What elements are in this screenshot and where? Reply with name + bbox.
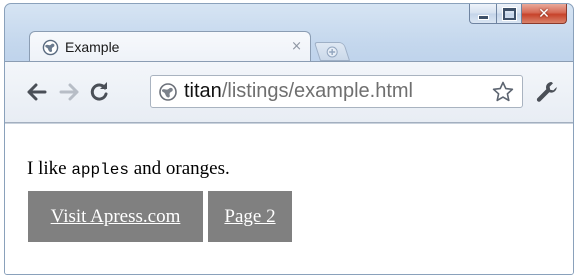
browser-window: ✕ Example × titan /listings/example.html… (4, 3, 574, 275)
page-2-link[interactable]: Page 2 (224, 206, 275, 228)
reload-button[interactable] (87, 80, 111, 104)
browser-toolbar: titan/listings/example.html (5, 61, 573, 123)
forward-arrow-icon (59, 83, 79, 101)
minimize-button[interactable] (469, 4, 496, 24)
url-host: titan (184, 80, 222, 102)
address-bar[interactable]: titan/listings/example.html (150, 75, 523, 108)
close-icon: ✕ (538, 5, 550, 22)
globe-icon (42, 39, 59, 55)
window-controls: ✕ (469, 4, 567, 25)
visit-apress-button[interactable]: Visit Apress.com (28, 191, 203, 242)
wrench-icon[interactable] (534, 79, 560, 105)
minimize-icon (477, 14, 489, 20)
page-content: I like apples and oranges. Visit Apress.… (5, 123, 573, 274)
forward-button[interactable] (57, 80, 81, 104)
new-tab-icon (326, 46, 338, 57)
paragraph-text-before: I like (27, 158, 72, 179)
tab-close-icon[interactable]: × (291, 39, 302, 54)
tab-title: Example (65, 39, 120, 55)
code-word: apples (71, 161, 129, 179)
close-window-button[interactable]: ✕ (522, 4, 567, 24)
maximize-button[interactable] (496, 4, 522, 24)
new-tab-button[interactable] (313, 42, 351, 61)
back-button[interactable] (25, 80, 49, 104)
globe-icon (159, 82, 177, 101)
visit-apress-link[interactable]: Visit Apress.com (51, 206, 181, 228)
url-path: /listings/example.html (221, 80, 413, 102)
page-2-button[interactable]: Page 2 (208, 191, 292, 242)
reload-icon (90, 82, 108, 101)
page-paragraph: I like apples and oranges. (27, 158, 230, 180)
star-icon[interactable] (491, 80, 515, 104)
paragraph-text-after: and oranges. (128, 158, 230, 179)
tab-example[interactable]: Example × (29, 31, 311, 62)
back-arrow-icon (27, 83, 47, 101)
maximize-icon (502, 7, 516, 20)
